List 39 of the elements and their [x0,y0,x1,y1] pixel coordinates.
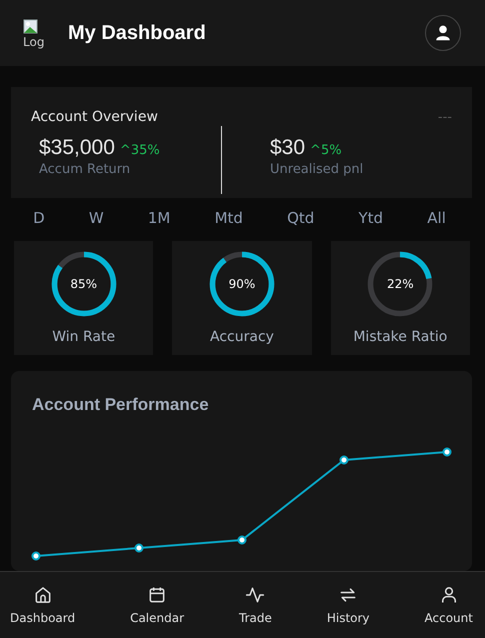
nav-item[interactable]: Calendar [126,572,188,638]
chart-point [238,536,246,544]
chart-point [32,552,40,560]
period-tab[interactable]: Mtd [208,207,249,230]
metric-label: Accum Return [39,162,132,177]
pulse-icon [245,585,266,605]
card-title: Account Overview [31,109,158,125]
metric-change: ^5% [310,143,342,158]
profile-button[interactable] [425,15,461,51]
logo-alt-text: Log [23,35,46,49]
gauge-reading: 85% [70,277,97,291]
nav-item[interactable]: History [322,572,374,638]
chart-point [340,456,348,464]
metric-value: $30 [270,136,306,160]
metric-change: ^35% [120,143,160,158]
page-title: My Dashboard [68,22,207,44]
stat-label: Mistake Ratio [353,329,448,345]
stat-label: Win Rate [52,329,116,345]
nav-item[interactable]: Account [420,572,477,638]
broken-image-icon [23,19,39,35]
calendar-icon [147,585,168,605]
metric-label: Unrealised pnl [270,162,364,177]
period-tab[interactable]: W [82,207,110,230]
chart-point [134,544,144,552]
period-tab[interactable]: 1M [142,207,176,230]
gauge-reading: 90% [228,277,256,291]
nav-item[interactable]: Trade [235,572,276,638]
stat-label: Accuracy [210,329,274,345]
home-icon [32,585,53,605]
user-icon [434,24,452,42]
period-tab[interactable]: All [421,207,452,230]
card-title: Account Performance [31,394,209,415]
period-tab[interactable]: Qtd [281,207,320,230]
period-tab[interactable]: Ytd [352,207,390,230]
nav-item[interactable]: Dashboard [6,572,80,638]
chart-point [442,448,452,456]
metric-value: $35,000 [39,136,115,160]
gauge-reading: 22% [386,277,414,291]
period-tab[interactable]: D [27,207,51,230]
